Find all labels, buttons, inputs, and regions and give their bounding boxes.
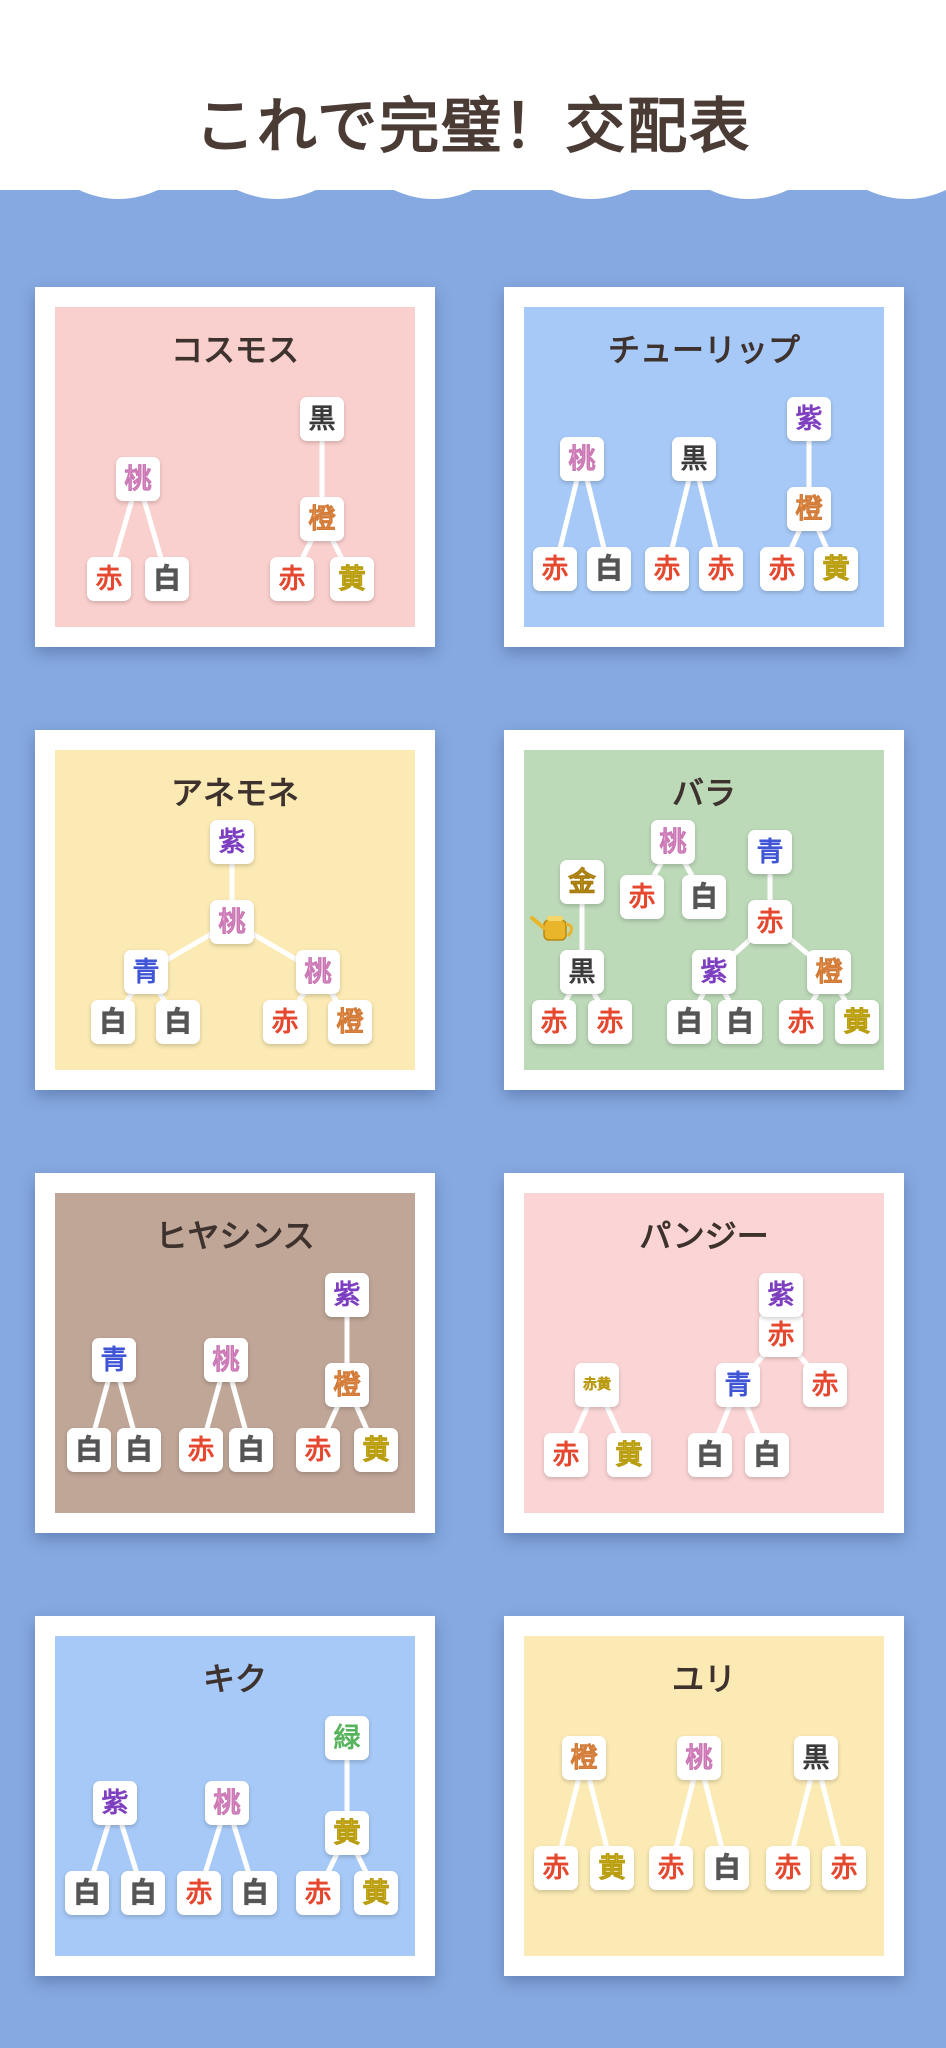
flower-color-node: 青 <box>748 830 792 874</box>
flower-color-node: 橙 <box>787 487 831 531</box>
flower-color-node: 赤 <box>760 547 804 591</box>
flower-color-node: 赤 <box>296 1428 340 1472</box>
card-panel: コスモス赤白桃赤黄橙黒 <box>55 307 415 627</box>
flower-color-node: 青 <box>716 1363 760 1407</box>
flower-color-node: 桃 <box>677 1736 721 1780</box>
flower-color-node: 赤 <box>296 1871 340 1915</box>
flower-color-node: 黄 <box>354 1428 398 1472</box>
flower-color-node: 黒 <box>794 1736 838 1780</box>
flower-color-node: 紫 <box>210 820 254 864</box>
card-panel: パンジー赤黄赤黄白白青赤赤紫 <box>524 1193 884 1513</box>
card-8: ユリ赤黄橙赤白桃赤赤黒 <box>504 1616 904 1976</box>
card-2: チューリップ赤白桃赤赤黒赤黄橙紫 <box>504 287 904 647</box>
flower-color-node: 黄 <box>330 557 374 601</box>
flower-color-node: 黄 <box>354 1871 398 1915</box>
flower-color-node: 赤 <box>263 1000 307 1044</box>
flower-color-node: 金 <box>560 860 604 904</box>
card-panel: チューリップ赤白桃赤赤黒赤黄橙紫 <box>524 307 884 627</box>
flower-color-node: 赤 <box>270 557 314 601</box>
flower-color-node: 白 <box>117 1428 161 1472</box>
flower-color-node: 青 <box>124 950 168 994</box>
flower-color-node: 赤 <box>179 1428 223 1472</box>
flower-color-node: 白 <box>682 875 726 919</box>
flower-color-node: 赤 <box>803 1363 847 1407</box>
card-4: バラ赤赤黒金赤白桃白白紫赤黄橙赤青 <box>504 730 904 1090</box>
flower-color-node: 白 <box>229 1428 273 1472</box>
flower-color-node: 白 <box>65 1871 109 1915</box>
flower-color-node: 桃 <box>205 1781 249 1825</box>
flower-color-node: 赤 <box>533 547 577 591</box>
card-1: コスモス赤白桃赤黄橙黒 <box>35 287 435 647</box>
flower-color-node: 橙 <box>300 497 344 541</box>
flower-color-node: 白 <box>145 557 189 601</box>
flower-color-node: 桃 <box>560 437 604 481</box>
flower-color-node: 赤 <box>779 1000 823 1044</box>
card-panel: アネモネ白白青赤橙桃桃紫 <box>55 750 415 1070</box>
flower-color-node: 白 <box>121 1871 165 1915</box>
flower-color-node: 桃 <box>116 457 160 501</box>
flower-color-node: 白 <box>667 1000 711 1044</box>
flower-color-node: 赤黄 <box>575 1363 619 1407</box>
flower-color-node: 白 <box>688 1433 732 1477</box>
flower-color-node: 赤 <box>532 1000 576 1044</box>
card-3: アネモネ白白青赤橙桃桃紫 <box>35 730 435 1090</box>
flower-color-node: 黄 <box>835 1000 879 1044</box>
flower-color-node: 白 <box>745 1433 789 1477</box>
flower-color-node: 赤 <box>748 900 792 944</box>
flower-color-node: 赤 <box>588 1000 632 1044</box>
flower-color-node: 赤 <box>177 1871 221 1915</box>
flower-color-node: 赤 <box>87 557 131 601</box>
header: これで完璧！交配表 <box>0 0 946 190</box>
card-panel: ユリ赤黄橙赤白桃赤赤黒 <box>524 1636 884 1956</box>
flower-color-node: 黄 <box>325 1811 369 1855</box>
flower-color-node: 桃 <box>651 820 695 864</box>
card-panel: キク白白紫赤白桃赤黄黄緑 <box>55 1636 415 1956</box>
flower-color-node: 黒 <box>560 950 604 994</box>
card-5: ヒヤシンス白白青赤白桃赤黄橙紫 <box>35 1173 435 1533</box>
flower-color-node: 黄 <box>607 1433 651 1477</box>
flower-color-node: 赤 <box>766 1846 810 1890</box>
flower-color-node: 紫 <box>93 1781 137 1825</box>
flower-color-node: 赤 <box>620 875 664 919</box>
flower-color-node: 桃 <box>210 900 254 944</box>
flower-color-node: 黄 <box>814 547 858 591</box>
flower-color-node: 赤 <box>822 1846 866 1890</box>
card-7: キク白白紫赤白桃赤黄黄緑 <box>35 1616 435 1976</box>
flower-color-node: 黒 <box>672 437 716 481</box>
flower-color-node: 黒 <box>300 397 344 441</box>
flower-color-node: 赤 <box>534 1846 578 1890</box>
flower-color-node: 紫 <box>692 950 736 994</box>
flower-color-node: 黄 <box>590 1846 634 1890</box>
card-panel: ヒヤシンス白白青赤白桃赤黄橙紫 <box>55 1193 415 1513</box>
gold-watering-can-icon <box>530 916 573 941</box>
page-title: これで完璧！交配表 <box>194 92 752 162</box>
flower-color-node: 橙 <box>328 1000 372 1044</box>
flower-color-node: 白 <box>587 547 631 591</box>
tree-lines <box>553 1755 847 1871</box>
flower-color-node: 赤 <box>699 547 743 591</box>
flower-color-node: 白 <box>156 1000 200 1044</box>
flower-color-node: 桃 <box>296 950 340 994</box>
card-6: パンジー赤黄赤黄白白青赤赤紫 <box>504 1173 904 1533</box>
flower-color-node: 白 <box>67 1428 111 1472</box>
card-panel: バラ赤赤黒金赤白桃白白紫赤黄橙赤青 <box>524 750 884 1070</box>
flower-color-node: 赤 <box>645 547 689 591</box>
flower-color-node: 紫 <box>787 397 831 441</box>
flower-color-node: 橙 <box>325 1363 369 1407</box>
flower-color-node: 橙 <box>562 1736 606 1780</box>
flower-color-node: 紫 <box>759 1273 803 1317</box>
flower-color-node: 赤 <box>759 1313 803 1357</box>
flower-color-node: 赤 <box>544 1433 588 1477</box>
flower-color-node: 橙 <box>807 950 851 994</box>
flower-color-node: 白 <box>91 1000 135 1044</box>
flower-color-node: 赤 <box>649 1846 693 1890</box>
flower-color-node: 桃 <box>204 1338 248 1382</box>
flower-color-node: 青 <box>92 1338 136 1382</box>
flower-color-node: 白 <box>718 1000 762 1044</box>
flower-color-node: 白 <box>705 1846 749 1890</box>
wave-divider <box>0 178 946 199</box>
flower-color-node: 紫 <box>325 1273 369 1317</box>
flower-color-node: 緑 <box>325 1716 369 1760</box>
flower-color-node: 白 <box>233 1871 277 1915</box>
